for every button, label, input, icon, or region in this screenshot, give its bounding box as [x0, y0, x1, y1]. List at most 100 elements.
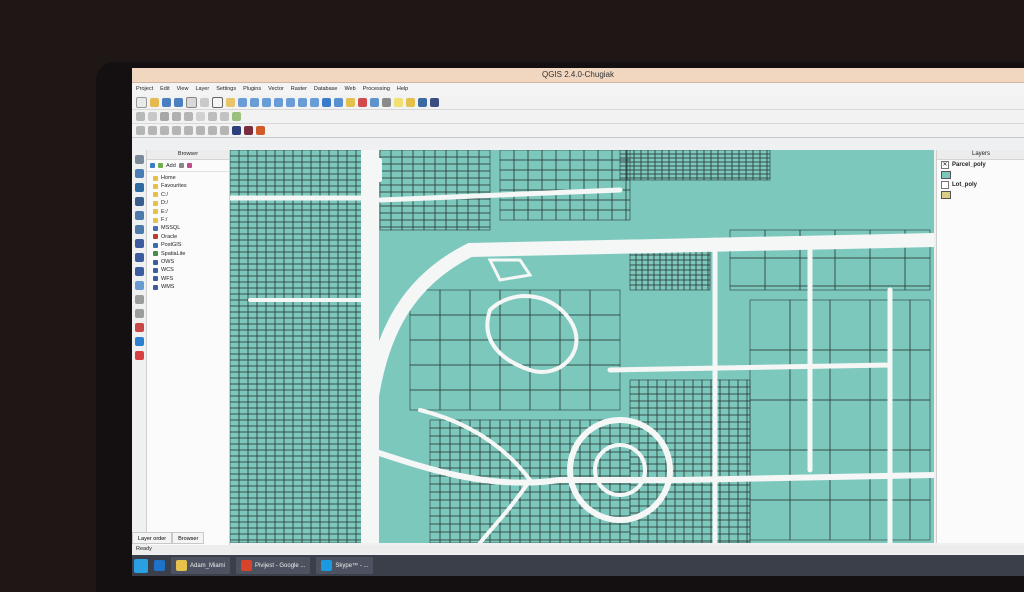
- add-delimited-text-icon[interactable]: [134, 281, 144, 290]
- zoom-next-icon[interactable]: [310, 97, 319, 107]
- menu-database[interactable]: Database: [314, 86, 338, 92]
- tab-browser[interactable]: Browser: [172, 532, 205, 544]
- add-feature-icon[interactable]: [160, 112, 169, 121]
- layer-checkbox[interactable]: ✕: [941, 161, 949, 169]
- copy-features-icon[interactable]: [220, 112, 229, 121]
- cut-features-icon[interactable]: [208, 112, 217, 121]
- browser-item[interactable]: E:/: [153, 208, 229, 216]
- add-misc-icon[interactable]: [134, 351, 144, 360]
- split-features-icon[interactable]: [208, 126, 217, 135]
- zoom-out-icon[interactable]: [250, 97, 259, 107]
- sql-icon[interactable]: [244, 126, 253, 135]
- layer-row[interactable]: ✕ Parcel_poly: [937, 160, 1024, 170]
- zoom-last-icon[interactable]: [298, 97, 307, 107]
- collapse-icon[interactable]: [186, 163, 192, 168]
- add-wcs-icon[interactable]: [134, 253, 144, 262]
- composer-manager-icon[interactable]: [200, 97, 209, 107]
- browser-item[interactable]: Favourites: [153, 182, 229, 190]
- tab-layer-order[interactable]: Layer order: [132, 532, 173, 544]
- browser-add-label[interactable]: Add: [166, 163, 176, 169]
- browser-item[interactable]: WCS: [153, 266, 229, 274]
- select-icon[interactable]: [346, 97, 355, 107]
- layer-checkbox[interactable]: [941, 181, 949, 189]
- menu-edit[interactable]: Edit: [160, 86, 169, 92]
- taskbar-item[interactable]: Pivijest - Google ...: [236, 557, 311, 574]
- menu-settings[interactable]: Settings: [216, 86, 236, 92]
- add-spatialite-icon[interactable]: [134, 197, 144, 206]
- menu-vector[interactable]: Vector: [268, 86, 284, 92]
- add-ring-icon[interactable]: [160, 126, 169, 135]
- menu-help[interactable]: Help: [397, 86, 408, 92]
- menu-processing[interactable]: Processing: [363, 86, 390, 92]
- browser-item[interactable]: C:/: [153, 191, 229, 199]
- add-vector-icon[interactable]: [134, 155, 144, 164]
- ie-icon[interactable]: [154, 560, 165, 571]
- reshape-icon[interactable]: [184, 126, 193, 135]
- pan-to-selection-icon[interactable]: [226, 97, 235, 107]
- new-project-icon[interactable]: [136, 96, 147, 108]
- pan-icon[interactable]: [212, 96, 223, 108]
- postgis-icon[interactable]: [256, 126, 265, 135]
- bookmark-icon[interactable]: [418, 97, 427, 107]
- zoom-layer-icon[interactable]: [274, 97, 283, 107]
- add-oracle-icon[interactable]: [134, 225, 144, 234]
- zoom-full-icon[interactable]: [262, 97, 271, 107]
- browser-item[interactable]: WFS: [153, 275, 229, 283]
- browser-item[interactable]: F:/: [153, 216, 229, 224]
- zoom-selection-icon[interactable]: [286, 97, 295, 107]
- move-feature-icon[interactable]: [172, 112, 181, 121]
- menu-web[interactable]: Web: [344, 86, 355, 92]
- merge-features-icon[interactable]: [220, 126, 229, 135]
- add-wms-icon[interactable]: [134, 239, 144, 248]
- add-part-icon[interactable]: [172, 126, 181, 135]
- add-gps-icon[interactable]: [134, 337, 144, 346]
- browser-item[interactable]: D:/: [153, 199, 229, 207]
- browser-item[interactable]: OWS: [153, 258, 229, 266]
- remove-layer-icon[interactable]: [134, 323, 144, 332]
- browser-item[interactable]: SpatiaLite: [153, 250, 229, 258]
- filter-icon[interactable]: [178, 163, 184, 168]
- print-composer-icon[interactable]: [186, 96, 197, 108]
- add-raster-icon[interactable]: [134, 169, 144, 178]
- refresh-icon[interactable]: [322, 97, 331, 107]
- menu-raster[interactable]: Raster: [291, 86, 307, 92]
- parcel-map[interactable]: [227, 141, 941, 552]
- delete-selected-icon[interactable]: [196, 112, 205, 121]
- db-manager-icon[interactable]: [232, 126, 241, 135]
- menu-project[interactable]: Project: [136, 86, 153, 92]
- layer-row[interactable]: Lot_poly: [937, 180, 1024, 190]
- offset-curve-icon[interactable]: [196, 126, 205, 135]
- help-icon[interactable]: [430, 97, 439, 107]
- browser-item[interactable]: WMS: [153, 283, 229, 291]
- add-mssql-icon[interactable]: [134, 211, 144, 220]
- save-edits-icon[interactable]: [148, 112, 157, 121]
- add-postgis-icon[interactable]: [134, 183, 144, 192]
- browser-item[interactable]: Oracle: [153, 233, 229, 241]
- deselect-icon[interactable]: [358, 97, 367, 107]
- save-as-icon[interactable]: [174, 97, 183, 107]
- browser-item[interactable]: PostGIS: [153, 241, 229, 249]
- map-canvas[interactable]: [227, 141, 941, 552]
- measure-icon[interactable]: [382, 97, 391, 107]
- add-selected-layers-icon[interactable]: [158, 163, 163, 168]
- rotate-icon[interactable]: [136, 126, 145, 135]
- menu-layer[interactable]: Layer: [195, 86, 209, 92]
- plugin-leaf-icon[interactable]: [232, 112, 241, 121]
- attribute-table-icon[interactable]: [370, 97, 379, 107]
- browser-item[interactable]: Home: [153, 174, 229, 182]
- simplify-icon[interactable]: [148, 126, 157, 135]
- taskbar-item[interactable]: Skype™ - ...: [316, 557, 374, 574]
- taskbar-item[interactable]: Adam_Miami: [171, 557, 231, 574]
- browser-item[interactable]: MSSQL: [153, 224, 229, 232]
- node-tool-icon[interactable]: [184, 112, 193, 121]
- start-icon[interactable]: [134, 558, 148, 573]
- save-project-icon[interactable]: [162, 97, 171, 107]
- new-shapefile-icon[interactable]: [134, 295, 144, 304]
- open-project-icon[interactable]: [150, 97, 159, 107]
- menu-plugins[interactable]: Plugins: [243, 86, 261, 92]
- refresh-icon[interactable]: [150, 163, 155, 168]
- identify-icon[interactable]: [334, 97, 343, 107]
- map-tips-icon[interactable]: [406, 97, 415, 107]
- new-spatialite-layer-icon[interactable]: [134, 309, 144, 318]
- pencil-icon[interactable]: [136, 112, 145, 121]
